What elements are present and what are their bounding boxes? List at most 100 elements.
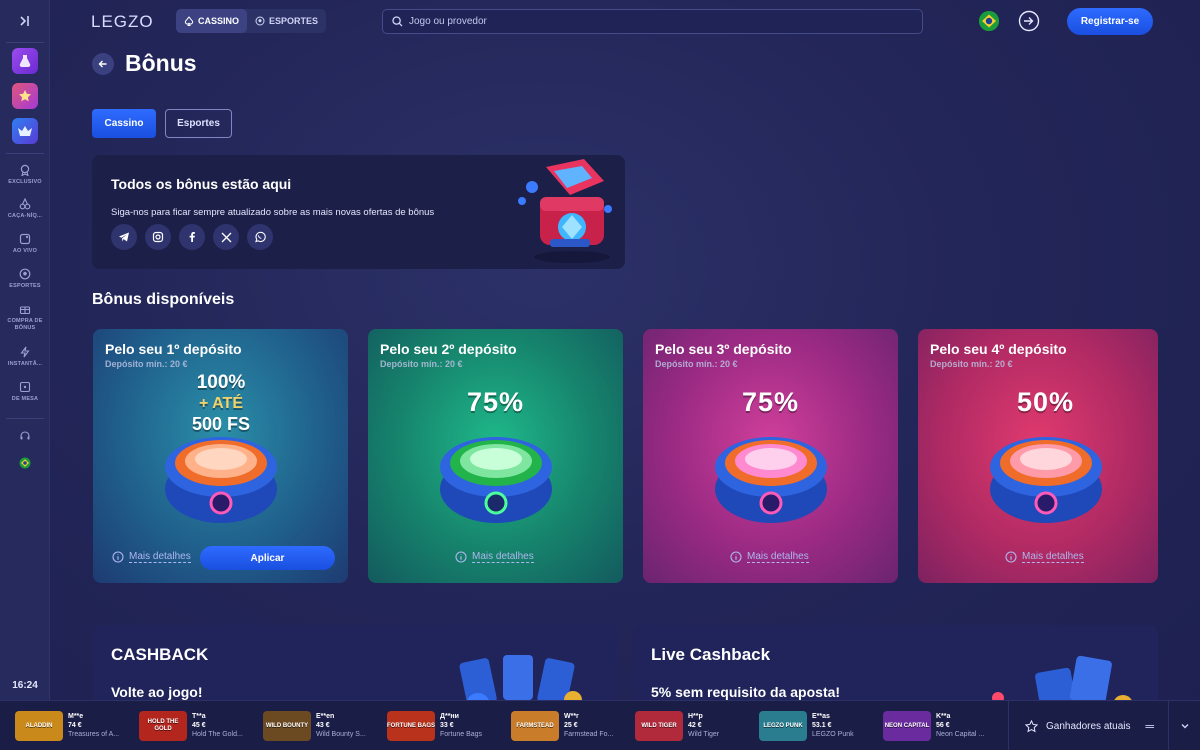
sidebar-item-sports[interactable]: ESPORTES	[0, 268, 50, 290]
winner-game: LEGZO Punk	[812, 731, 854, 738]
info-icon	[730, 551, 742, 563]
tab-sports[interactable]: ESPORTES	[247, 9, 326, 33]
sidebar-featured-potion[interactable]	[12, 48, 38, 74]
winner-name: K**a	[936, 713, 951, 720]
info-icon	[112, 551, 124, 563]
search-input[interactable]	[409, 16, 889, 27]
telegram-link[interactable]	[111, 224, 137, 250]
live-cashback-card[interactable]: Live Cashback 5% sem requisito da aposta…	[633, 625, 1158, 710]
ball-icon	[255, 16, 265, 26]
brazil-flag-icon	[979, 11, 999, 31]
more-details-link[interactable]: Mais detalhes	[112, 551, 191, 563]
apply-button[interactable]: Aplicar	[200, 546, 335, 570]
winner-item[interactable]: WILD TIGER H**p 42 € Wild Tiger	[635, 711, 743, 741]
vault-illustration	[165, 437, 277, 523]
logo[interactable]: LEGZO	[91, 12, 154, 32]
bonus-card-min-deposit: Depósito mín.: 20 €	[105, 359, 188, 369]
facebook-link[interactable]	[179, 224, 205, 250]
tab-casino[interactable]: CASSINO	[176, 9, 248, 33]
game-thumbnail: WILD BOUNTY	[263, 711, 311, 741]
support-button[interactable]	[0, 430, 50, 442]
game-thumbnail: FARMSTEAD	[511, 711, 559, 741]
winner-game: Neon Capital ...	[936, 731, 985, 738]
chevron-down-icon	[1181, 724, 1188, 729]
current-winners-bar: ALADDIN M**e 74 € Treasures of A... HOLD T…	[0, 700, 1200, 750]
cashback-card[interactable]: CASHBACK Volte ao jogo!	[93, 625, 618, 710]
winner-name: M**e	[68, 713, 84, 720]
available-bonuses-title: Bônus disponíveis	[92, 291, 235, 308]
bonus-card-min-deposit: Depósito mín.: 20 €	[930, 359, 1013, 369]
bonus-card-title: Pelo seu 3º depósito	[655, 341, 792, 357]
winner-amount: 33 €	[440, 722, 454, 729]
winner-item[interactable]: ALADDIN M**e 74 € Treasures of A...	[15, 711, 123, 741]
sidebar-item-label: INSTANTÂ...	[7, 361, 43, 367]
winner-item[interactable]: HOLD THE GOLD T**a 45 € Hold The Gold...	[139, 711, 247, 741]
more-details-link[interactable]: Mais detalhes	[730, 551, 809, 563]
winner-name: E**as	[812, 713, 830, 720]
winner-amount: 74 €	[68, 722, 82, 729]
winner-game: Hold The Gold...	[192, 731, 243, 738]
sidebar-item-slots[interactable]: CAÇA-NÍQ...	[0, 198, 50, 220]
app-root: EXCLUSIVO CAÇA-NÍQ... AO VIVO ESPORTES C…	[0, 0, 1200, 750]
sidebar-item-live[interactable]: AO VIVO	[0, 233, 50, 255]
sidebar: EXCLUSIVO CAÇA-NÍQ... AO VIVO ESPORTES C…	[0, 0, 50, 700]
register-button[interactable]: Registrar-se	[1067, 8, 1153, 35]
winner-item[interactable]: FORTUNE BAGS Д**ни 33 € Fortune Bags	[387, 711, 495, 741]
whatsapp-icon	[255, 231, 266, 243]
login-icon	[1018, 10, 1040, 32]
more-details-link[interactable]: Mais detalhes	[455, 551, 534, 563]
winner-item[interactable]: NEON CAPITAL K**a 56 € Neon Capital ...	[883, 711, 991, 741]
bonus-card-percent: 75%	[741, 387, 800, 417]
winner-item[interactable]: LEGZO PUNK E**as 53.1 € LEGZO Punk	[759, 711, 867, 741]
winner-amount: 53.1 €	[812, 722, 832, 729]
winner-name: E**en	[316, 713, 335, 720]
telegram-icon	[119, 232, 129, 242]
arrow-left-icon	[98, 60, 107, 68]
sidebar-divider	[6, 418, 44, 419]
sidebar-item-bonus-buy[interactable]: COMPRA DE BÔNUS	[0, 303, 50, 332]
instagram-link[interactable]	[145, 224, 171, 250]
promo-title: Todos os bônus estão aqui	[111, 176, 292, 192]
sidebar-featured-star[interactable]	[12, 83, 38, 109]
language-selector[interactable]	[979, 11, 999, 31]
winner-name: W**r	[564, 713, 579, 720]
winner-item[interactable]: WILD BOUNTY E**en 43 € Wild Bounty S...	[263, 711, 371, 741]
sidebar-item-label: COMPRA DE BÔNUS	[7, 318, 43, 331]
whatsapp-link[interactable]	[247, 224, 273, 250]
instagram-icon	[152, 231, 164, 243]
award-icon	[20, 164, 30, 176]
current-winners-button[interactable]: Ganhadores atuais ═	[1008, 701, 1166, 750]
collapse-sidebar-button[interactable]	[0, 0, 50, 42]
more-details-link[interactable]: Mais detalhes	[1005, 551, 1084, 563]
sidebar-divider	[6, 42, 44, 43]
expand-winners-button[interactable]	[1168, 701, 1200, 750]
game-thumbnail: HOLD THE GOLD	[139, 711, 187, 741]
language-button[interactable]	[0, 457, 50, 469]
game-thumbnail: ALADDIN	[15, 711, 63, 741]
vault-illustration	[715, 437, 827, 523]
winner-name: T**a	[192, 713, 206, 720]
sidebar-item-table[interactable]: DE MESA	[0, 381, 50, 403]
sidebar-item-label: EXCLUSIVO	[8, 179, 42, 185]
winner-item[interactable]: FARMSTEAD W**r 25 € Farmstead Fo...	[511, 711, 619, 741]
tab-sports-bonuses[interactable]: Esportes	[165, 109, 232, 138]
brazil-flag-icon	[19, 457, 31, 469]
x-link[interactable]	[213, 224, 239, 250]
back-button[interactable]	[92, 53, 114, 75]
winner-game: Wild Bounty S...	[316, 731, 366, 738]
bonus-offer-plus: + ATÉ	[198, 395, 243, 412]
login-button[interactable]	[1018, 10, 1040, 32]
bonus-card-offer: 100% + ATÉ 500 FS	[181, 372, 261, 435]
headset-icon	[20, 431, 30, 440]
sidebar-item-exclusive[interactable]: EXCLUSIVO	[0, 164, 50, 186]
gift-icon	[19, 306, 31, 315]
promo-text: Siga-nos para ficar sempre atualizado so…	[111, 207, 435, 218]
tab-casino-bonuses[interactable]: Cassino	[92, 109, 156, 138]
sidebar-featured-crown[interactable]	[12, 118, 38, 144]
sidebar-item-label: CAÇA-NÍQ...	[7, 213, 43, 219]
star-outline-icon	[1025, 719, 1038, 732]
more-details-label: Mais detalhes	[129, 551, 191, 563]
sidebar-item-instant[interactable]: INSTANTÂ...	[0, 346, 50, 368]
winner-game: Treasures of A...	[68, 731, 120, 738]
tab-sports-label: ESPORTES	[269, 16, 319, 26]
